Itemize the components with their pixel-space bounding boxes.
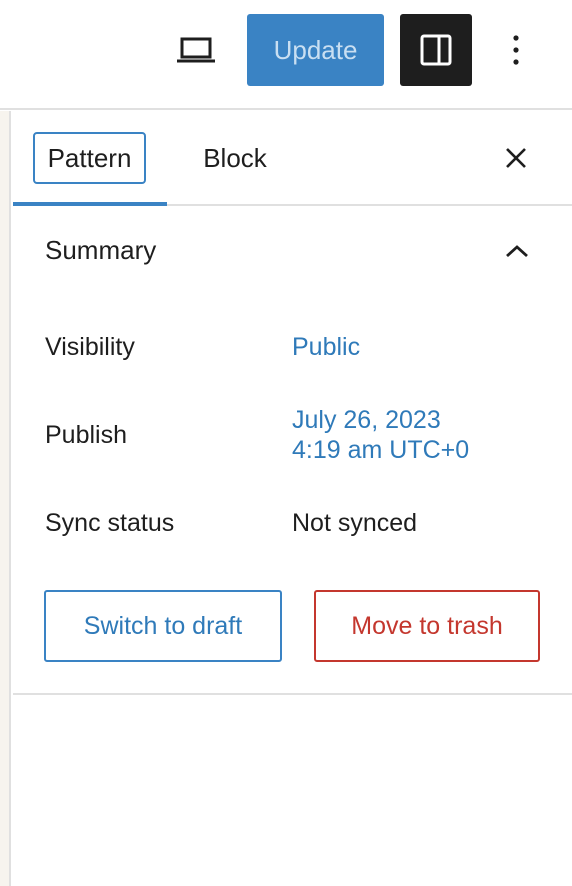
tab-block[interactable]: Block bbox=[185, 132, 285, 184]
publish-date: July 26, 2023 bbox=[292, 406, 441, 434]
publish-time: 4:19 am UTC+0 bbox=[292, 436, 470, 464]
active-tab-indicator bbox=[13, 202, 167, 206]
options-menu-button[interactable] bbox=[494, 22, 538, 78]
move-to-trash-button[interactable]: Move to trash bbox=[314, 590, 540, 662]
sync-status-value: Not synced bbox=[292, 509, 418, 537]
collapse-summary-button[interactable] bbox=[497, 233, 537, 269]
visibility-value-link[interactable]: Public bbox=[292, 333, 360, 362]
close-icon bbox=[506, 148, 526, 168]
switch-to-draft-button[interactable]: Switch to draft bbox=[44, 590, 282, 662]
settings-sidebar: Pattern Block Summary Visibility Public … bbox=[13, 111, 572, 886]
close-sidebar-button[interactable] bbox=[493, 135, 539, 181]
summary-panel-title[interactable]: Summary bbox=[45, 235, 156, 266]
sidebar-tabs: Pattern Block bbox=[13, 111, 572, 206]
sidebar-toggle-icon bbox=[420, 34, 452, 66]
tab-pattern[interactable]: Pattern bbox=[33, 132, 146, 184]
laptop-icon bbox=[177, 37, 215, 63]
editor-top-toolbar: Update bbox=[0, 0, 572, 110]
settings-toggle-button[interactable] bbox=[400, 14, 472, 86]
chevron-up-icon bbox=[506, 245, 528, 258]
publish-date-link[interactable]: July 26, 2023 4:19 am UTC+0 bbox=[292, 405, 469, 465]
publish-label: Publish bbox=[45, 421, 127, 449]
vertical-ellipsis-icon bbox=[513, 35, 519, 65]
panel-divider bbox=[13, 693, 572, 695]
update-button[interactable]: Update bbox=[247, 14, 384, 86]
visibility-label: Visibility bbox=[45, 333, 135, 361]
editor-canvas-edge bbox=[0, 111, 11, 886]
sync-status-label: Sync status bbox=[45, 509, 175, 537]
preview-button[interactable] bbox=[168, 22, 224, 78]
